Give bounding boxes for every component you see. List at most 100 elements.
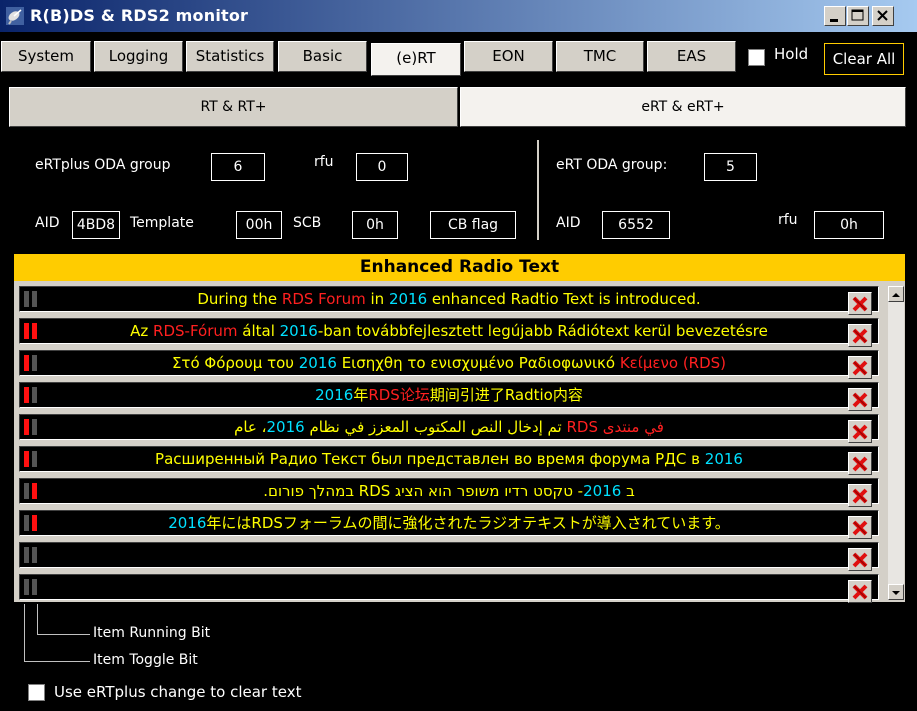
- tab-tmc[interactable]: TMC: [556, 41, 644, 72]
- ert-row-text: Στό Φόρουμ του 2016 Εισηχθη το ενισχυμέν…: [36, 351, 862, 375]
- ert-text-segment: في منتدى: [597, 418, 664, 436]
- arrow-down-icon: [892, 591, 900, 595]
- ert-aid-value: 6552: [602, 211, 670, 239]
- red-x-icon: [852, 584, 868, 600]
- app-window: R(B)DS & RDS2 monitor System Logging Sta…: [0, 0, 917, 711]
- ert-text-segment: RDS论坛: [368, 386, 430, 404]
- ert-row: 2016年RDS论坛期间引进了Radtio内容: [19, 382, 879, 408]
- template-value: 00h: [236, 211, 282, 239]
- ert-text-segment: 年にはRDSフォーラムの間に強化されたラジオテキストが導入されています。: [206, 514, 730, 532]
- ert-row: During the RDS Forum in 2016 enhanced Ra…: [19, 286, 879, 312]
- tab-logging[interactable]: Logging: [94, 41, 183, 72]
- tab-statistics[interactable]: Statistics: [186, 41, 274, 72]
- delete-row-button[interactable]: [848, 388, 872, 411]
- toggle-bit-indicator: [24, 291, 29, 307]
- ert-text-segment: által: [237, 322, 280, 340]
- delete-row-button[interactable]: [848, 452, 872, 475]
- ert-row: ב 2016- טקסט רדיו משופר הוא הציג RDS במה…: [19, 478, 879, 504]
- ert-row-text: [36, 575, 862, 599]
- ert-aid-label: AID: [556, 215, 581, 231]
- ert-text-segment: 2016: [266, 418, 305, 436]
- ert-row-text: 2016年にはRDSフォーラムの間に強化されたラジオテキストが導入されています。: [36, 511, 862, 535]
- ert-text-segment: Κείμενο (RDS): [619, 354, 727, 372]
- title-bar: R(B)DS & RDS2 monitor: [0, 0, 917, 32]
- toggle-bit-indicator: [24, 419, 29, 435]
- use-ertplus-change-checkbox[interactable]: [28, 684, 45, 701]
- use-ertplus-change-label: Use eRTplus change to clear text: [54, 683, 302, 701]
- scb-value: 0h: [352, 211, 398, 239]
- delete-row-button[interactable]: [848, 420, 872, 443]
- delete-row-button[interactable]: [848, 484, 872, 507]
- tab-eas[interactable]: EAS: [647, 41, 736, 72]
- tab-basic[interactable]: Basic: [278, 41, 367, 72]
- subtab-rt[interactable]: RT & RT+: [9, 87, 458, 127]
- hold-label: Hold: [774, 45, 809, 63]
- vertical-scrollbar[interactable]: [888, 286, 904, 600]
- ertplus-aid-value: 4BD8: [72, 211, 120, 239]
- ert-row-text: Az RDS-Fórum által 2016-ban továbbfejles…: [36, 319, 862, 343]
- ert-text-segment: 2016: [583, 482, 622, 500]
- maximize-button[interactable]: [847, 6, 869, 26]
- delete-row-button[interactable]: [848, 516, 872, 539]
- ert-row: Στό Φόρουμ του 2016 Εισηχθη το ενισχυμέν…: [19, 350, 879, 376]
- hold-checkbox[interactable]: [748, 49, 765, 66]
- toggle-bit-indicator: [24, 579, 29, 595]
- toggle-bit-indicator: [24, 323, 29, 339]
- subtab-ert[interactable]: eRT & eRT+: [460, 87, 906, 127]
- red-x-icon: [852, 424, 868, 440]
- ert-row-text: ב 2016- טקסט רדיו משופר הוא הציג RDS במה…: [36, 479, 862, 503]
- window-title: R(B)DS & RDS2 monitor: [30, 6, 249, 25]
- ert-text-segment: 2016: [704, 450, 743, 468]
- ert-row: 2016年にはRDSフォーラムの間に強化されたラジオテキストが導入されています。: [19, 510, 879, 536]
- tab-system[interactable]: System: [1, 41, 91, 72]
- toggle-bit-legend-line: [24, 604, 25, 661]
- tab-eon[interactable]: EON: [464, 41, 553, 72]
- ertplus-rfu-value: 0: [356, 153, 408, 181]
- delete-row-button[interactable]: [848, 356, 872, 379]
- delete-row-button[interactable]: [848, 324, 872, 347]
- toggle-bit-indicator: [24, 387, 29, 403]
- ert-text-segment: RDS-Fórum: [153, 322, 238, 340]
- clear-all-button[interactable]: Clear All: [824, 43, 904, 75]
- ert-row-text: في منتدى RDS تم إدخال النص المكتوب المعز…: [36, 415, 862, 439]
- satellite-dish-icon: [6, 7, 24, 25]
- minimize-button[interactable]: [824, 6, 846, 26]
- running-bit-legend-label: Item Running Bit: [93, 625, 211, 641]
- toggle-bit-indicator: [24, 483, 29, 499]
- ert-text-segment: Εισηχθη το ενισχυμένο Ραδιοφωνικό: [336, 354, 620, 372]
- scroll-down-button[interactable]: [888, 584, 904, 600]
- red-x-icon: [852, 456, 868, 472]
- toggle-bit-legend-label: Item Toggle Bit: [93, 652, 198, 668]
- delete-row-button[interactable]: [848, 548, 872, 571]
- ert-oda-group-value: 5: [704, 153, 757, 181]
- arrow-up-icon: [892, 293, 900, 297]
- ert-text-segment: 2016: [279, 322, 318, 340]
- toggle-bit-indicator: [24, 547, 29, 563]
- ert-text-segment: RDS: [566, 418, 598, 436]
- close-icon: [877, 10, 888, 21]
- red-x-icon: [852, 328, 868, 344]
- ert-row: [19, 574, 879, 600]
- toggle-bit-indicator: [24, 355, 29, 371]
- scroll-up-button[interactable]: [888, 286, 904, 302]
- close-button[interactable]: [872, 6, 894, 26]
- toggle-bit-legend-line-h: [24, 661, 90, 662]
- ert-row-text: During the RDS Forum in 2016 enhanced Ra…: [36, 287, 862, 311]
- main-tab-bar: System Logging Statistics Basic (e)RT EO…: [0, 36, 917, 76]
- panel-title: Enhanced Radio Text: [14, 254, 905, 281]
- red-x-icon: [852, 360, 868, 376]
- delete-row-button[interactable]: [848, 292, 872, 315]
- ert-text-segment: During the: [197, 290, 282, 308]
- toggle-bit-indicator: [24, 451, 29, 467]
- red-x-icon: [852, 520, 868, 536]
- ert-row: [19, 542, 879, 568]
- ert-text-segment: enhanced Radtio Text is introduced.: [427, 290, 701, 308]
- running-bit-legend-line-h: [37, 634, 90, 635]
- ert-row: Az RDS-Fórum által 2016-ban továbbfejles…: [19, 318, 879, 344]
- ert-row: Расширенный Радио Текст был представлен …: [19, 446, 879, 472]
- ert-oda-group-label: eRT ODA group:: [556, 157, 668, 173]
- tab-ert[interactable]: (e)RT: [371, 43, 461, 76]
- group-divider: [537, 140, 539, 240]
- ert-text-segment: Az: [130, 322, 154, 340]
- delete-row-button[interactable]: [848, 580, 872, 603]
